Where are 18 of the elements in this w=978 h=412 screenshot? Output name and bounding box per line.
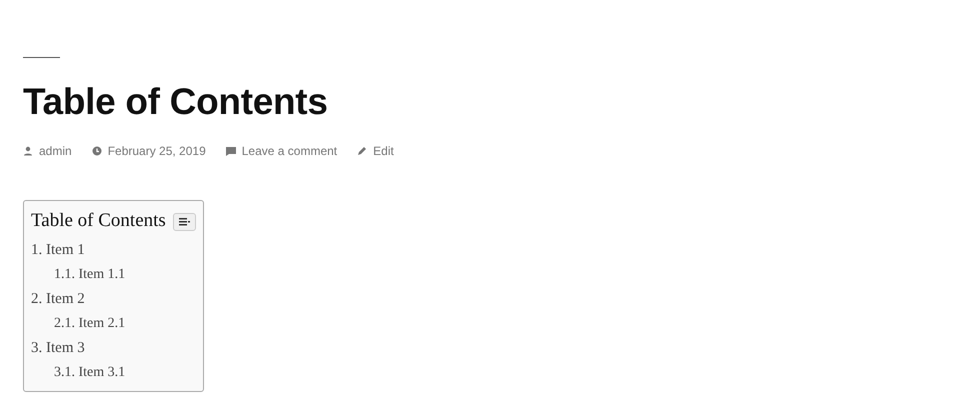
- person-icon: [23, 146, 33, 156]
- toc-link[interactable]: 1.1. Item 1.1: [54, 266, 126, 282]
- pencil-icon: [357, 146, 368, 156]
- page-title: Table of Contents: [23, 80, 329, 124]
- clock-icon: [92, 146, 102, 156]
- toc-link[interactable]: 2.1. Item 2.1: [54, 316, 126, 331]
- author-link[interactable]: admin: [39, 142, 72, 160]
- toc-link[interactable]: 2. Item 2: [31, 290, 85, 307]
- toggle-button[interactable]: [172, 212, 196, 231]
- toc-link[interactable]: 3. Item 3: [31, 340, 85, 356]
- toc-title: Table of Contents: [31, 209, 166, 234]
- comment-link[interactable]: Leave a comment: [242, 142, 338, 160]
- comment-icon: [226, 146, 236, 156]
- list-icon: [178, 218, 190, 226]
- date-link[interactable]: February 25, 2019: [108, 142, 206, 160]
- toc-link[interactable]: 1. Item 1: [31, 242, 85, 258]
- toc-link[interactable]: 3.1. Item 3.1: [54, 364, 126, 380]
- edit-link[interactable]: Edit: [373, 142, 394, 160]
